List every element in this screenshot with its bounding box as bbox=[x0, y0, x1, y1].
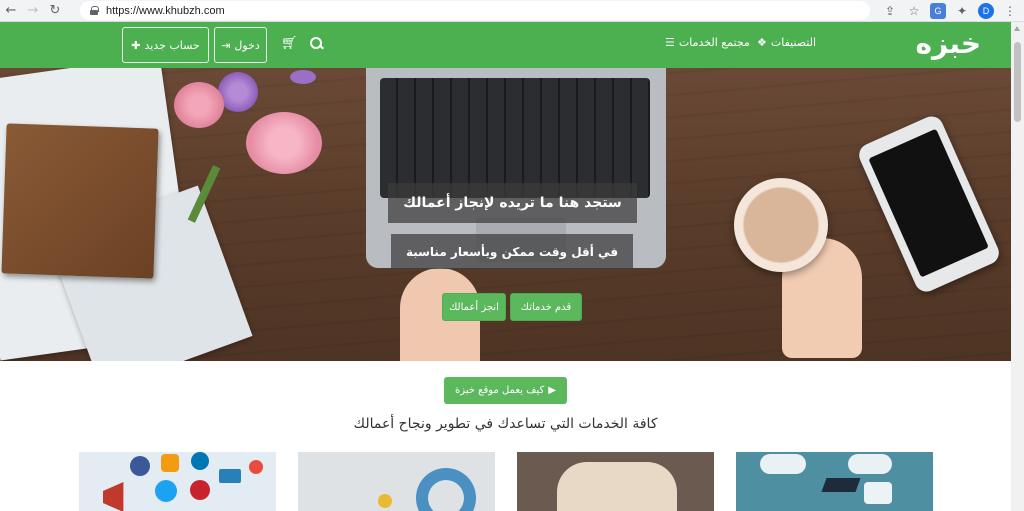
hero-notebook bbox=[1, 123, 159, 279]
chat-bubble-icon bbox=[864, 482, 892, 504]
rss-icon bbox=[161, 454, 179, 472]
browser-toolbar: ← → ↻ https://www.khubzh.com ⇪ ☆ G ✦ D ⋮ bbox=[0, 0, 1024, 22]
get-work-done-button[interactable]: انجز أعمالك bbox=[442, 293, 506, 321]
page-scrollbar[interactable] bbox=[1011, 22, 1024, 511]
register-label: حساب جديد bbox=[144, 38, 200, 52]
nav-community-link[interactable]: ☰ مجتمع الخدمات bbox=[665, 36, 750, 49]
pinterest-icon bbox=[190, 480, 210, 500]
profile-avatar[interactable]: D bbox=[978, 3, 994, 19]
login-button[interactable]: ⇥ دخول bbox=[214, 27, 267, 63]
share-icon[interactable]: ⇪ bbox=[882, 3, 898, 19]
hero-flower bbox=[246, 112, 322, 174]
cloud-icon bbox=[848, 454, 892, 474]
linkedin-icon bbox=[191, 452, 209, 470]
site-navbar: خبزه ❖ التصنيفات ☰ مجتمع الخدمات 🛒︎ ⇥ دخ… bbox=[0, 22, 1011, 68]
question-mark-icon bbox=[416, 468, 476, 511]
coin-icon bbox=[378, 494, 392, 508]
how-it-works-label: كيف يعمل موقع خبزة bbox=[455, 385, 545, 396]
play-icon: ▶ bbox=[548, 385, 556, 396]
site-logo[interactable]: خبزه bbox=[915, 24, 981, 64]
service-card[interactable] bbox=[298, 452, 495, 511]
back-arrow-icon[interactable]: ← bbox=[0, 0, 22, 22]
translate-extension-icon[interactable]: G bbox=[930, 3, 946, 19]
extensions-puzzle-icon[interactable]: ✦ bbox=[954, 3, 970, 19]
service-card[interactable] bbox=[79, 452, 276, 511]
how-it-works-button[interactable]: كيف يعمل موقع خبزة ▶ bbox=[444, 377, 567, 404]
cloud-icon bbox=[760, 454, 806, 474]
service-card[interactable] bbox=[736, 452, 933, 511]
hero-flower bbox=[218, 72, 258, 112]
search-icon[interactable] bbox=[310, 37, 324, 51]
lock-icon[interactable] bbox=[90, 6, 99, 15]
service-card[interactable] bbox=[517, 452, 714, 511]
card-photo-figure bbox=[557, 462, 677, 511]
hero-headline: ستجد هنا ما تريده لإنجاز أعمالك bbox=[388, 183, 637, 223]
nav-community-label: مجتمع الخدمات bbox=[678, 36, 750, 49]
nav-categories-link[interactable]: ❖ التصنيفات bbox=[757, 36, 816, 49]
login-label: دخول bbox=[234, 38, 260, 52]
hero-flower bbox=[174, 82, 224, 128]
graduation-cap-icon bbox=[821, 478, 861, 492]
sign-in-icon: ⇥ bbox=[221, 38, 231, 52]
scrollbar-thumb[interactable] bbox=[1014, 42, 1021, 122]
hero-keyboard bbox=[380, 78, 650, 198]
address-bar[interactable]: https://www.khubzh.com bbox=[80, 1, 870, 20]
scroll-up-arrow-icon[interactable] bbox=[1014, 26, 1020, 31]
user-plus-icon: ✚ bbox=[131, 38, 141, 52]
hero-banner: ستجد هنا ما تريده لإنجاز أعمالك في أقل و… bbox=[0, 68, 1011, 361]
url-text[interactable]: https://www.khubzh.com bbox=[106, 5, 225, 17]
forward-arrow-icon[interactable]: → bbox=[22, 0, 44, 22]
menu-kebab-icon[interactable]: ⋮ bbox=[1002, 3, 1018, 19]
cart-icon[interactable]: 🛒︎ bbox=[281, 36, 298, 51]
hero-flower bbox=[290, 70, 316, 84]
nav-categories-label: التصنيفات bbox=[770, 36, 817, 49]
twitter-icon bbox=[155, 480, 177, 502]
bookmark-star-icon[interactable]: ☆ bbox=[906, 3, 922, 19]
gear-icon bbox=[249, 460, 263, 474]
offer-services-button[interactable]: قدم خدماتك bbox=[510, 293, 582, 321]
list-icon: ☰ bbox=[665, 36, 675, 49]
hero-subheadline: في أقل وقت ممكن وبأسعار مناسبة bbox=[391, 234, 633, 269]
reload-icon[interactable]: ↻ bbox=[44, 0, 66, 22]
register-button[interactable]: ✚ حساب جديد bbox=[122, 27, 209, 63]
mail-icon bbox=[219, 469, 241, 483]
cubes-icon: ❖ bbox=[757, 36, 767, 49]
megaphone-icon bbox=[103, 482, 124, 511]
facebook-icon bbox=[130, 456, 150, 476]
hero-coffee-cup bbox=[734, 178, 828, 272]
section-tagline: كافة الخدمات التي تساعدك في تطوير ونجاح … bbox=[353, 416, 658, 432]
